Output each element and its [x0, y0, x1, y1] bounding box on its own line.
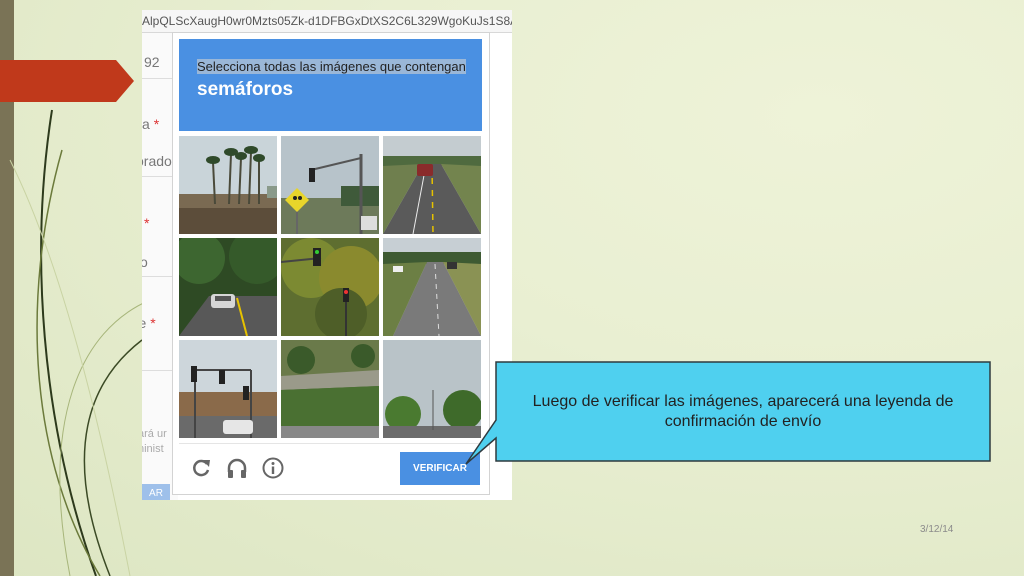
background-label-1: a *	[142, 116, 160, 132]
captcha-tile-highway[interactable]	[383, 136, 481, 234]
background-value-1: orado	[142, 153, 172, 169]
grass-hill-image	[281, 340, 379, 438]
headphones-icon[interactable]	[225, 456, 249, 480]
background-submit-button[interactable]: AR	[142, 484, 170, 500]
captcha-tile-palm-trees[interactable]	[179, 136, 277, 234]
background-field-number: 92	[144, 54, 160, 70]
palm-trees-image	[179, 136, 277, 234]
browser-url-bar[interactable]: AlpQLScXaugH0wr0Mzts05Zk-d1DFBGxDtXS2C6L…	[142, 10, 512, 33]
background-label-3: rte *	[142, 315, 156, 331]
background-divider	[142, 276, 172, 277]
captcha-header: Selecciona todas las imágenes que conten…	[179, 39, 482, 131]
red-arrow-marker	[0, 60, 134, 102]
slide-date: 3/12/14	[920, 524, 954, 535]
wooded-road-image	[179, 238, 277, 336]
background-note-2: ninist	[142, 443, 164, 455]
background-note-1: ará ur	[142, 428, 167, 440]
background-value-2: o	[142, 254, 148, 270]
captcha-tile-grass-hill[interactable]	[281, 340, 379, 438]
background-divider	[142, 78, 172, 79]
tree-traffic-light-image	[281, 238, 379, 336]
info-icon[interactable]	[261, 456, 285, 480]
road-image	[383, 238, 481, 336]
captcha-footer: VERIFICAR	[179, 443, 482, 492]
background-divider	[142, 176, 172, 177]
crossing-sign-image	[281, 136, 379, 234]
background-divider	[142, 370, 172, 371]
captcha-image-grid	[179, 136, 482, 439]
background-label-2: *	[144, 215, 150, 231]
captcha-tile-wooded-road[interactable]	[179, 238, 277, 336]
url-text: AlpQLScXaugH0wr0Mzts05Zk-d1DFBGxDtXS2C6L…	[142, 14, 512, 28]
captcha-tile-road[interactable]	[383, 238, 481, 336]
captcha-instruction: Selecciona todas las imágenes que conten…	[197, 59, 466, 74]
captcha-tile-tree-traffic-light[interactable]	[281, 238, 379, 336]
intersection-image	[179, 340, 277, 438]
captcha-tile-crossing-sign[interactable]	[281, 136, 379, 234]
callout-box: Luego de verificar las imágenes, aparece…	[440, 360, 995, 465]
reload-icon[interactable]	[189, 456, 213, 480]
captcha-tile-intersection[interactable]	[179, 340, 277, 438]
callout-text: Luego de verificar las imágenes, aparece…	[532, 393, 954, 430]
captcha-target-object: semáforos	[197, 79, 294, 100]
highway-image	[383, 136, 481, 234]
